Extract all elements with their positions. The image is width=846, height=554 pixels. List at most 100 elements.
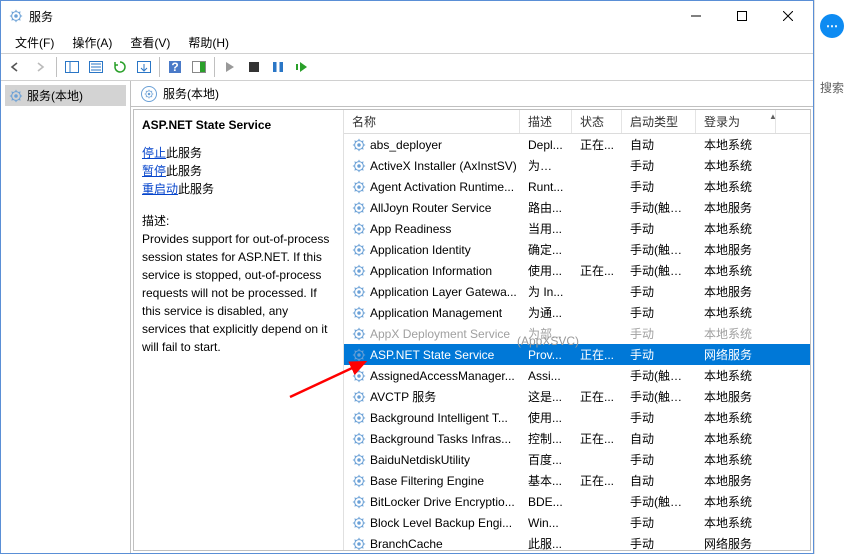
start-button[interactable] [218,56,242,78]
description-text: Provides support for out-of-process sess… [142,230,335,356]
action-pane-button[interactable] [187,56,211,78]
service-logon: 本地系统 [696,325,776,342]
menubar: 文件(F) 操作(A) 查看(V) 帮助(H) [1,31,813,53]
table-row[interactable]: abs_deployerDepl...正在...自动本地系统 [344,134,810,155]
service-logon: 网络服务 [696,346,776,363]
table-row[interactable]: Base Filtering Engine基本...正在...自动本地服务 [344,470,810,491]
back-button[interactable] [5,56,29,78]
table-row[interactable]: Application Information使用...正在...手动(触发..… [344,260,810,281]
table-row[interactable]: ASP.NET State ServiceProv...正在...手动网络服务 [344,344,810,365]
column-logon-as[interactable]: 登录为 [696,110,776,133]
window-title: 服务 [29,8,53,25]
column-name[interactable]: 名称 [344,110,520,133]
service-desc: 为通... [520,304,572,321]
toolbar: ? [1,53,813,81]
table-row[interactable]: Background Tasks Infras...控制...正在...自动本地… [344,428,810,449]
service-name: Block Level Backup Engi... [370,516,512,530]
table-row[interactable]: AssignedAccessManager...Assi...手动(触发...本… [344,365,810,386]
restart-link[interactable]: 重启动 [142,182,178,196]
table-row[interactable]: BitLocker Drive Encryptio...BDE...手动(触发.… [344,491,810,512]
table-row[interactable]: Application Layer Gatewa...为 In...手动本地服务 [344,281,810,302]
table-row[interactable]: ActiveX Installer (AxInstSV)为从 ...手动本地系统 [344,155,810,176]
table-row[interactable]: Background Intelligent T...使用...手动本地系统 [344,407,810,428]
table-row[interactable]: Application Management为通...手动本地系统 [344,302,810,323]
forward-button[interactable] [29,56,53,78]
service-name: abs_deployer [370,138,442,152]
more-icon[interactable]: ⋯ [820,14,844,38]
service-name: Application Identity [370,243,471,257]
tree-node-services-local[interactable]: 服务(本地) [5,85,126,106]
service-desc: 确定... [520,241,572,258]
table-row[interactable]: AVCTP 服务这是...正在...手动(触发...本地服务 [344,386,810,407]
maximize-button[interactable] [719,2,765,30]
close-button[interactable] [765,2,811,30]
service-desc: 此服... [520,535,572,550]
service-name: AppX Deployment Service [370,327,510,341]
table-row[interactable]: Application Identity确定...手动(触发...本地服务 [344,239,810,260]
service-name: AssignedAccessManager... [370,369,515,383]
minimize-button[interactable] [673,2,719,30]
gear-icon [352,264,366,278]
service-logon: 本地系统 [696,430,776,447]
service-name: BaiduNetdiskUtility [370,453,470,467]
service-startup: 手动(触发... [622,388,696,405]
service-status: 正在... [572,262,622,279]
refresh-button[interactable] [108,56,132,78]
service-startup: 手动 [622,346,696,363]
service-logon: 本地系统 [696,157,776,174]
stop-link[interactable]: 停止 [142,146,166,160]
service-startup: 手动 [622,535,696,550]
stop-button[interactable] [242,56,266,78]
table-row[interactable]: AllJoyn Router Service路由...手动(触发...本地服务 [344,197,810,218]
services-list: ▲ 名称 描述 状态 启动类型 登录为 abs_deployerDepl...正… [344,110,810,550]
restart-button[interactable] [290,56,314,78]
service-desc: 路由... [520,199,572,216]
service-name: Application Information [370,264,492,278]
service-startup: 手动(触发... [622,199,696,216]
gear-icon [352,159,366,173]
service-startup: 自动 [622,472,696,489]
service-desc: Win... [520,516,572,530]
column-startup-type[interactable]: 启动类型 [622,110,696,133]
column-status[interactable]: 状态 [572,110,622,133]
menu-view[interactable]: 查看(V) [122,32,178,53]
table-row[interactable]: BaiduNetdiskUtility百度...手动本地系统 [344,449,810,470]
service-status: 正在... [572,136,622,153]
service-startup: 手动 [622,157,696,174]
service-logon: 本地服务 [696,472,776,489]
service-status: 正在... [572,472,622,489]
export-button[interactable] [132,56,156,78]
sort-indicator: ▲ [769,112,777,121]
service-startup: 手动 [622,283,696,300]
table-row[interactable]: Agent Activation Runtime...Runt...手动本地系统 [344,176,810,197]
description-label: 描述: [142,212,335,230]
service-name: Background Tasks Infras... [370,432,511,446]
service-logon: 本地服务 [696,283,776,300]
menu-file[interactable]: 文件(F) [7,32,62,53]
service-desc: 这是... [520,388,572,405]
table-row[interactable]: App Readiness当用...手动本地系统 [344,218,810,239]
service-startup: 手动 [622,514,696,531]
table-row[interactable]: AppX Deployment Service为部...手动本地系统 [344,323,810,344]
gear-icon [9,89,23,103]
gear-icon [352,327,366,341]
service-name: BitLocker Drive Encryptio... [370,495,515,509]
gear-icon [352,411,366,425]
service-logon: 本地服务 [696,241,776,258]
properties-button[interactable] [84,56,108,78]
help-button[interactable]: ? [163,56,187,78]
menu-action[interactable]: 操作(A) [64,32,120,53]
service-startup: 手动 [622,325,696,342]
column-description[interactable]: 描述 [520,110,572,133]
svg-text:?: ? [171,60,178,74]
table-row[interactable]: BranchCache此服...手动网络服务 [344,533,810,550]
table-row[interactable]: Block Level Backup Engi...Win...手动本地系统 [344,512,810,533]
gear-icon [352,243,366,257]
gear-icon [352,180,366,194]
pause-link[interactable]: 暂停 [142,164,166,178]
menu-help[interactable]: 帮助(H) [180,32,237,53]
pause-button[interactable] [266,56,290,78]
gear-icon [352,537,366,551]
service-name: Base Filtering Engine [370,474,484,488]
show-hide-tree-button[interactable] [60,56,84,78]
